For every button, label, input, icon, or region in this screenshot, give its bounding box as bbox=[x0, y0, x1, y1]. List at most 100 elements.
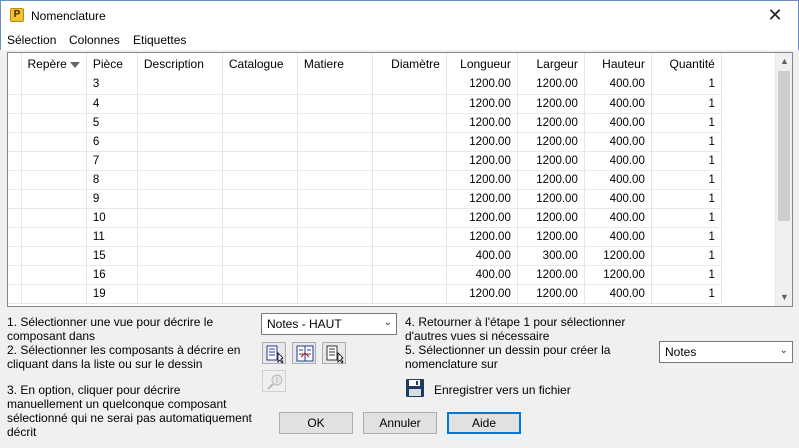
cell-repere bbox=[21, 132, 87, 152]
cell-diametre bbox=[372, 170, 447, 190]
cell-description bbox=[137, 208, 223, 228]
cell-repere bbox=[21, 265, 87, 285]
row-header[interactable] bbox=[8, 170, 22, 190]
column-header-matiere[interactable]: Matiere bbox=[297, 53, 373, 75]
row-header[interactable] bbox=[8, 227, 22, 247]
select-drawing-button[interactable] bbox=[322, 342, 346, 364]
column-header-longueur[interactable]: Longueur bbox=[446, 53, 518, 75]
table-row[interactable]: 3 1200.00 1200.00 400.00 1 bbox=[8, 75, 722, 95]
menu-colonnes[interactable]: Colonnes bbox=[69, 33, 120, 47]
select-drawing-icon bbox=[326, 345, 344, 363]
cell-matiere bbox=[297, 151, 373, 171]
column-header-catalogue[interactable]: Catalogue bbox=[222, 53, 298, 75]
cell-largeur: 1200.00 bbox=[517, 132, 585, 152]
row-header[interactable] bbox=[8, 189, 22, 209]
row-header[interactable] bbox=[8, 208, 22, 228]
window-title: Nomenclature bbox=[31, 9, 106, 23]
save-to-file-label[interactable]: Enregistrer vers un fichier bbox=[434, 383, 571, 397]
column-header-description[interactable]: Description bbox=[137, 53, 223, 75]
cell-description bbox=[137, 75, 223, 95]
select-all-button[interactable] bbox=[292, 342, 316, 364]
describe-manual-button[interactable] bbox=[262, 370, 286, 392]
menu-selection[interactable]: Sélection bbox=[7, 33, 56, 47]
cell-diametre bbox=[372, 189, 447, 209]
table-row[interactable]: 6 1200.00 1200.00 400.00 1 bbox=[8, 132, 722, 152]
table-row[interactable]: 5 1200.00 1200.00 400.00 1 bbox=[8, 113, 722, 133]
cell-longueur: 1200.00 bbox=[446, 94, 518, 114]
table-row[interactable]: 19 1200.00 1200.00 400.00 1 bbox=[8, 284, 722, 304]
cell-catalogue bbox=[222, 265, 298, 285]
menu-etiquettes[interactable]: Etiquettes bbox=[133, 33, 186, 47]
cell-longueur: 400.00 bbox=[446, 265, 518, 285]
row-header[interactable] bbox=[8, 132, 22, 152]
column-header-repere[interactable]: Repère bbox=[21, 53, 87, 75]
cell-hauteur: 1200.00 bbox=[584, 265, 652, 285]
cell-matiere bbox=[297, 208, 373, 228]
view-select[interactable]: Notes - HAUT ⌄ bbox=[261, 313, 397, 335]
scroll-up-icon[interactable]: ▲ bbox=[776, 53, 792, 70]
cell-hauteur: 400.00 bbox=[584, 151, 652, 171]
table-row[interactable]: 7 1200.00 1200.00 400.00 1 bbox=[8, 151, 722, 171]
cell-quantite: 1 bbox=[651, 189, 722, 209]
chevron-down-icon: ⌄ bbox=[383, 317, 392, 328]
app-icon: P bbox=[10, 8, 24, 22]
cell-piece: 19 bbox=[86, 284, 138, 304]
vertical-scrollbar[interactable]: ▲ ▼ bbox=[775, 53, 792, 306]
column-header-diametre[interactable]: Diamètre bbox=[372, 53, 447, 75]
cell-hauteur: 400.00 bbox=[584, 227, 652, 247]
cell-catalogue bbox=[222, 132, 298, 152]
cell-description bbox=[137, 94, 223, 114]
column-header-largeur[interactable]: Largeur bbox=[517, 53, 585, 75]
cell-repere bbox=[21, 151, 87, 171]
table-row[interactable]: 11 1200.00 1200.00 400.00 1 bbox=[8, 227, 722, 247]
cell-longueur: 1200.00 bbox=[446, 208, 518, 228]
cell-diametre bbox=[372, 113, 447, 133]
ok-button[interactable]: OK bbox=[279, 412, 353, 434]
table-row[interactable]: 9 1200.00 1200.00 400.00 1 bbox=[8, 189, 722, 209]
describe-manual-icon bbox=[267, 374, 283, 390]
cell-piece: 9 bbox=[86, 189, 138, 209]
close-icon[interactable]: ✕ bbox=[752, 1, 798, 31]
cell-catalogue bbox=[222, 227, 298, 247]
column-header-hauteur[interactable]: Hauteur bbox=[584, 53, 652, 75]
column-header-quantite[interactable]: Quantité bbox=[651, 53, 722, 75]
row-header[interactable] bbox=[8, 94, 22, 114]
table-row[interactable]: 10 1200.00 1200.00 400.00 1 bbox=[8, 208, 722, 228]
cell-catalogue bbox=[222, 75, 298, 95]
cell-catalogue bbox=[222, 208, 298, 228]
cell-diametre bbox=[372, 151, 447, 171]
cell-quantite: 1 bbox=[651, 132, 722, 152]
drawing-select[interactable]: Notes ⌄ bbox=[659, 341, 793, 363]
row-header[interactable] bbox=[8, 246, 22, 266]
cell-matiere bbox=[297, 132, 373, 152]
scroll-thumb[interactable] bbox=[778, 71, 790, 221]
table-row[interactable]: 15 400.00 300.00 1200.00 1 bbox=[8, 246, 722, 266]
row-header[interactable] bbox=[8, 151, 22, 171]
title-bar: P Nomenclature ✕ bbox=[0, 0, 799, 30]
row-header[interactable] bbox=[8, 75, 22, 95]
column-header-piece[interactable]: Pièce bbox=[86, 53, 138, 75]
row-header[interactable] bbox=[8, 284, 22, 304]
cell-piece: 15 bbox=[86, 246, 138, 266]
cell-description bbox=[137, 246, 223, 266]
cell-hauteur: 400.00 bbox=[584, 189, 652, 209]
cell-hauteur: 400.00 bbox=[584, 75, 652, 95]
row-header[interactable] bbox=[8, 113, 22, 133]
cell-description bbox=[137, 113, 223, 133]
select-list-button[interactable] bbox=[262, 342, 286, 364]
help-button[interactable]: Aide bbox=[447, 412, 521, 434]
table-row[interactable]: 16 400.00 1200.00 1200.00 1 bbox=[8, 265, 722, 285]
table-row[interactable]: 4 1200.00 1200.00 400.00 1 bbox=[8, 94, 722, 114]
row-header[interactable] bbox=[8, 265, 22, 285]
scroll-down-icon[interactable]: ▼ bbox=[776, 289, 792, 306]
select-list-icon bbox=[266, 345, 284, 363]
floppy-disk-icon[interactable] bbox=[405, 378, 425, 398]
nomenclature-grid[interactable]: Repère Pièce Description Catalogue Matie… bbox=[7, 52, 793, 307]
cancel-button[interactable]: Annuler bbox=[363, 412, 437, 434]
cell-piece: 11 bbox=[86, 227, 138, 247]
header-row: Repère Pièce Description Catalogue Matie… bbox=[8, 53, 722, 75]
chevron-down-icon: ⌄ bbox=[779, 345, 788, 356]
cell-hauteur: 400.00 bbox=[584, 132, 652, 152]
cell-piece: 6 bbox=[86, 132, 138, 152]
table-row[interactable]: 8 1200.00 1200.00 400.00 1 bbox=[8, 170, 722, 190]
